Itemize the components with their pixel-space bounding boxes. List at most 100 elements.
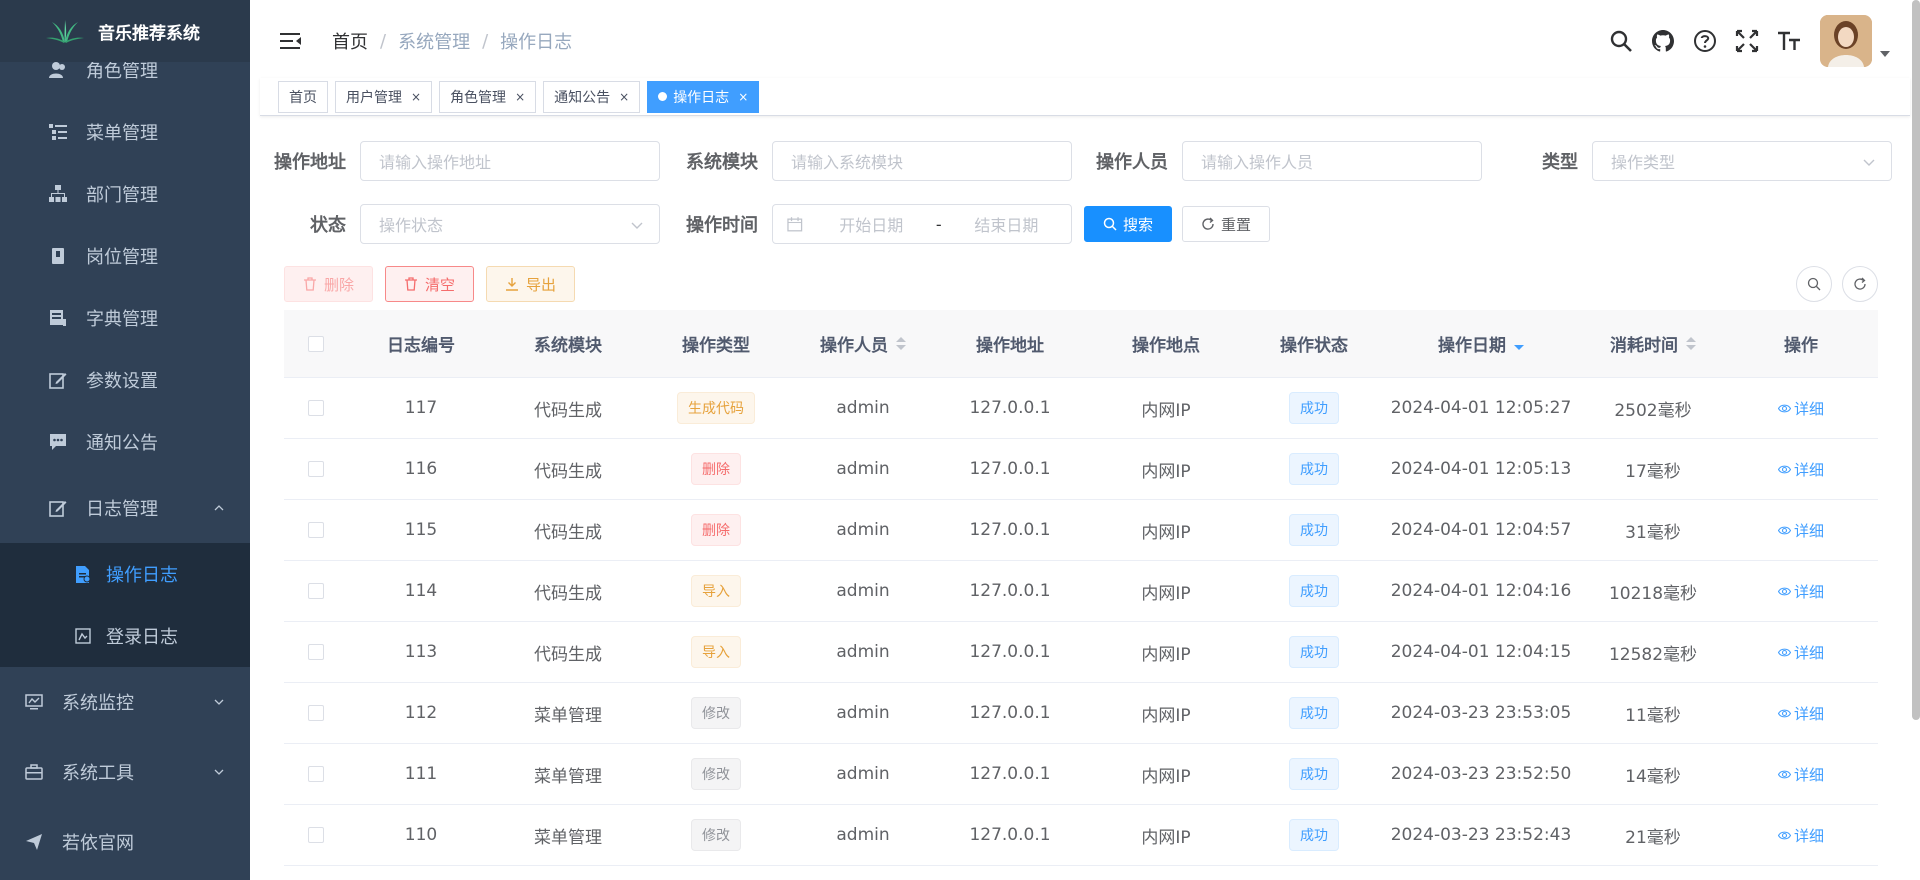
- detail-link[interactable]: 详细: [1777, 703, 1824, 724]
- row-checkbox[interactable]: [308, 766, 324, 782]
- sidebar-item-logininfor[interactable]: 登录日志: [0, 605, 250, 667]
- detail-link[interactable]: 详细: [1777, 642, 1824, 663]
- close-icon[interactable]: ×: [619, 90, 629, 104]
- oper-url-input[interactable]: 请输入操作地址: [360, 141, 660, 181]
- refresh-table-button[interactable]: [1842, 266, 1878, 302]
- download-icon: [505, 277, 519, 291]
- view-icon: [1777, 707, 1791, 720]
- row-checkbox[interactable]: [308, 827, 324, 843]
- sidebar-item-post[interactable]: 岗位管理: [0, 225, 250, 287]
- question-icon[interactable]: [1692, 28, 1718, 54]
- user-avatar[interactable]: [1820, 15, 1872, 67]
- guide-icon: [24, 832, 44, 852]
- font-size-icon[interactable]: [1776, 28, 1802, 54]
- cell-date: 2024-04-01 12:04:16: [1390, 581, 1572, 601]
- github-icon[interactable]: [1650, 28, 1676, 54]
- sidebar-item-operlog[interactable]: 操作日志: [0, 543, 250, 605]
- oper-log-table: 日志编号 系统模块 操作类型 操作人员 操作地址 操作地点 操作状态 操作日期 …: [284, 310, 1878, 866]
- tag-notice[interactable]: 通知公告 ×: [543, 80, 641, 113]
- sidebar-item-monitor[interactable]: 系统监控: [0, 667, 250, 737]
- detail-link[interactable]: 详细: [1777, 398, 1824, 419]
- tag-role[interactable]: 角色管理 ×: [439, 80, 537, 113]
- start-date-input[interactable]: 开始日期: [825, 212, 918, 236]
- oper-name-input[interactable]: 请输入操作人员: [1182, 141, 1482, 181]
- fullscreen-icon[interactable]: [1734, 28, 1760, 54]
- column-header: 操作地点: [1132, 336, 1200, 356]
- tag-operlog[interactable]: 操作日志 ×: [647, 80, 760, 113]
- status-select[interactable]: 操作状态: [360, 204, 660, 244]
- row-checkbox[interactable]: [308, 644, 324, 660]
- sidebar-item-menu[interactable]: 菜单管理: [0, 101, 250, 163]
- table-row[interactable]: 113 代码生成 导入 admin 127.0.0.1 内网IP 成功 2024-04-01 …: [284, 622, 1878, 683]
- sort-icon[interactable]: [1514, 337, 1524, 350]
- close-icon[interactable]: ×: [515, 90, 525, 104]
- sort-icon[interactable]: [896, 337, 906, 350]
- end-date-input[interactable]: 结束日期: [960, 212, 1053, 236]
- sidebar-item-label: 系统工具: [62, 763, 134, 784]
- select-all-cell: [284, 335, 348, 352]
- row-checkbox[interactable]: [308, 705, 324, 721]
- sort-icon[interactable]: [1686, 337, 1696, 350]
- table-row[interactable]: 112 菜单管理 修改 admin 127.0.0.1 内网IP 成功 2024-03-23 …: [284, 683, 1878, 744]
- close-icon[interactable]: ×: [411, 90, 421, 104]
- detail-link[interactable]: 详细: [1777, 520, 1824, 541]
- row-checkbox[interactable]: [308, 400, 324, 416]
- row-checkbox[interactable]: [308, 522, 324, 538]
- table-row[interactable]: 116 代码生成 删除 admin 127.0.0.1 内网IP 成功 2024-04-01 …: [284, 439, 1878, 500]
- cell-ip: 127.0.0.1: [969, 825, 1051, 845]
- table-row[interactable]: 111 菜单管理 修改 admin 127.0.0.1 内网IP 成功 2024-03-23 …: [284, 744, 1878, 805]
- sidebar-item-config[interactable]: 参数设置: [0, 349, 250, 411]
- detail-link[interactable]: 详细: [1777, 825, 1824, 846]
- column-header-sortable[interactable]: 消耗时间: [1582, 331, 1724, 356]
- breadcrumb-home[interactable]: 首页: [332, 28, 368, 54]
- close-icon[interactable]: ×: [738, 90, 748, 104]
- table-row[interactable]: 110 菜单管理 修改 admin 127.0.0.1 内网IP 成功 2024-03-23 …: [284, 805, 1878, 866]
- row-checkbox[interactable]: [308, 461, 324, 477]
- date-range-picker[interactable]: 开始日期 - 结束日期: [772, 204, 1072, 244]
- cell-location: 内网IP: [1141, 705, 1191, 726]
- navbar: 首页 / 系统管理 / 操作日志: [250, 0, 1920, 78]
- column-header: 日志编号: [387, 336, 455, 356]
- search-icon[interactable]: [1608, 28, 1634, 54]
- placeholder: 请输入操作地址: [379, 153, 492, 172]
- clear-button[interactable]: 清空: [385, 266, 475, 302]
- toggle-search-button[interactable]: [1796, 266, 1832, 302]
- detail-link[interactable]: 详细: [1777, 459, 1824, 480]
- sidebar-item-guide[interactable]: 若依官网: [0, 807, 250, 877]
- tag-home[interactable]: 首页: [278, 80, 328, 113]
- search-button[interactable]: 搜索: [1084, 206, 1173, 242]
- select-all-checkbox[interactable]: [308, 335, 324, 352]
- caret-down-icon[interactable]: [1880, 51, 1890, 57]
- cell-user: admin: [836, 398, 890, 418]
- detail-link[interactable]: 详细: [1777, 581, 1824, 602]
- detail-link[interactable]: 详细: [1777, 764, 1824, 785]
- reset-button[interactable]: 重置: [1182, 206, 1271, 242]
- cell-location: 内网IP: [1141, 766, 1191, 787]
- chevron-down-icon: [214, 769, 224, 775]
- sidebar-item-tool[interactable]: 系统工具: [0, 737, 250, 807]
- table-row[interactable]: 114 代码生成 导入 admin 127.0.0.1 内网IP 成功 2024-04-01 …: [284, 561, 1878, 622]
- cell-cost: 2502毫秒: [1614, 400, 1692, 421]
- delete-button[interactable]: 删除: [284, 266, 374, 302]
- table-row[interactable]: 117 代码生成 生成代码 admin 127.0.0.1 内网IP 成功 2024-04-0…: [284, 378, 1878, 439]
- view-icon: [1777, 768, 1791, 781]
- module-input[interactable]: 请输入系统模块: [772, 141, 1072, 181]
- type-select[interactable]: 操作类型: [1592, 141, 1892, 181]
- cell-status: 成功: [1248, 697, 1380, 729]
- cell-module: 代码生成: [534, 644, 602, 665]
- cell-cost: 17毫秒: [1625, 461, 1681, 482]
- tag-user[interactable]: 用户管理 ×: [335, 80, 433, 113]
- sidebar-item-log[interactable]: 日志管理: [0, 473, 250, 543]
- page-scrollbar[interactable]: [1912, 0, 1920, 720]
- export-button[interactable]: 导出: [486, 266, 576, 302]
- hamburger-icon[interactable]: [280, 31, 302, 51]
- row-checkbox[interactable]: [308, 583, 324, 599]
- sidebar-logo[interactable]: 音乐推荐系统: [0, 0, 250, 62]
- column-header-sortable[interactable]: 操作人员: [790, 331, 936, 356]
- table-row[interactable]: 115 代码生成 删除 admin 127.0.0.1 内网IP 成功 2024-04-01 …: [284, 500, 1878, 561]
- column-header: 系统模块: [534, 336, 602, 356]
- sidebar-item-dept[interactable]: 部门管理: [0, 163, 250, 225]
- sidebar-item-notice[interactable]: 通知公告: [0, 411, 250, 473]
- column-header-sortable[interactable]: 操作日期: [1380, 331, 1582, 356]
- sidebar-item-dict[interactable]: 字典管理: [0, 287, 250, 349]
